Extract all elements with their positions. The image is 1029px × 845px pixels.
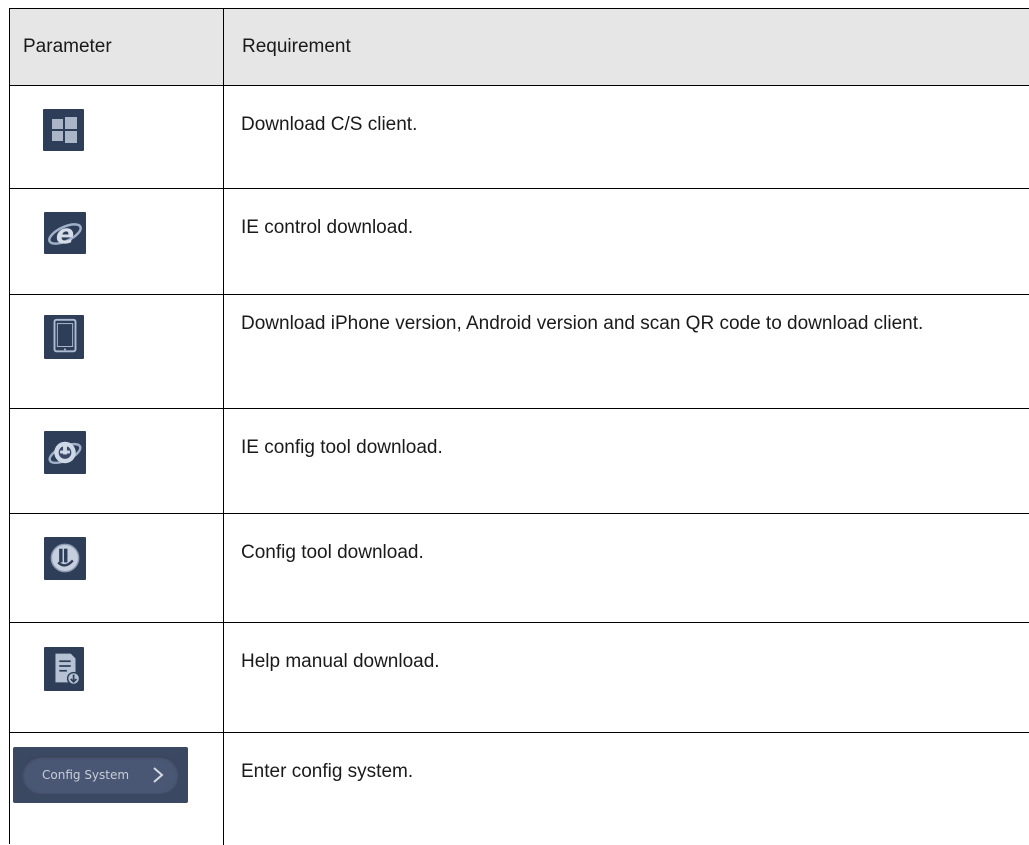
mobile-phone-icon[interactable] xyxy=(44,315,84,359)
config-tool-icon[interactable] xyxy=(44,537,86,580)
parameter-cell xyxy=(10,623,223,732)
requirement-text: Config tool download. xyxy=(241,542,424,563)
header-parameter: Parameter xyxy=(23,36,112,57)
requirement-text: IE config tool download. xyxy=(241,437,443,458)
help-manual-download-icon[interactable] xyxy=(44,647,84,691)
parameter-cell xyxy=(10,295,223,408)
parameter-cell: Config System xyxy=(10,733,223,845)
ie-config-tool-icon[interactable] xyxy=(44,431,86,474)
table-row: IE config tool download. xyxy=(10,409,1029,514)
table-header-row: Parameter Requirement xyxy=(10,9,1029,86)
windows-icon[interactable] xyxy=(43,109,84,151)
table-row: Download C/S client. xyxy=(10,86,1029,189)
table-row: Help manual download. xyxy=(10,623,1029,733)
requirement-cell: Download C/S client. xyxy=(241,86,1029,188)
parameter-cell xyxy=(10,409,223,513)
table-row: Download iPhone version, Android version… xyxy=(10,295,1029,409)
requirement-cell: Download iPhone version, Android version… xyxy=(241,295,1029,408)
ie-browser-icon[interactable]: e xyxy=(44,212,86,254)
requirement-text: Help manual download. xyxy=(241,651,440,672)
header-requirement: Requirement xyxy=(242,36,351,57)
table-row: Config tool download. xyxy=(10,514,1029,623)
requirement-cell: Help manual download. xyxy=(241,623,1029,732)
chevron-right-icon xyxy=(153,767,164,783)
parameter-cell xyxy=(10,514,223,622)
config-system-label: Config System xyxy=(42,768,130,782)
requirement-text: Download C/S client. xyxy=(241,114,418,135)
config-system-button[interactable]: Config System xyxy=(13,747,188,803)
column-divider xyxy=(223,9,224,845)
svg-text:e: e xyxy=(56,219,74,250)
requirement-cell: IE config tool download. xyxy=(241,409,1029,513)
requirement-text: Enter config system. xyxy=(241,761,414,782)
requirement-cell: Config tool download. xyxy=(241,514,1029,622)
parameter-table: Parameter Requirement Download C/S clien… xyxy=(9,8,1029,845)
table-row: Config System Enter config system. xyxy=(10,733,1029,845)
parameter-cell: e xyxy=(10,189,223,294)
requirement-text: IE control download. xyxy=(241,217,414,238)
parameter-cell xyxy=(10,86,223,188)
requirement-cell: Enter config system. xyxy=(241,733,1029,845)
requirement-cell: IE control download. xyxy=(241,189,1029,294)
config-system-pill[interactable]: Config System xyxy=(22,756,179,794)
requirement-text: Download iPhone version, Android version… xyxy=(241,313,924,334)
table-row: e IE control download. xyxy=(10,189,1029,295)
